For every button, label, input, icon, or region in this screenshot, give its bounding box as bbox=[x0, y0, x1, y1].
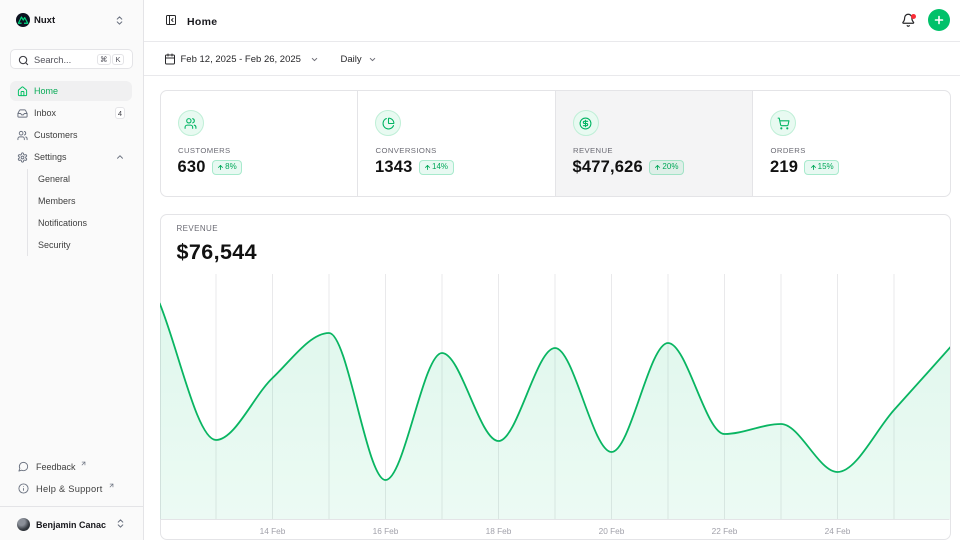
svg-text:18 Feb: 18 Feb bbox=[486, 526, 512, 536]
svg-text:16 Feb: 16 Feb bbox=[373, 526, 399, 536]
svg-text:20 Feb: 20 Feb bbox=[599, 526, 625, 536]
svg-text:24 Feb: 24 Feb bbox=[825, 526, 851, 536]
svg-text:14 Feb: 14 Feb bbox=[260, 526, 286, 536]
svg-text:22 Feb: 22 Feb bbox=[712, 526, 738, 536]
